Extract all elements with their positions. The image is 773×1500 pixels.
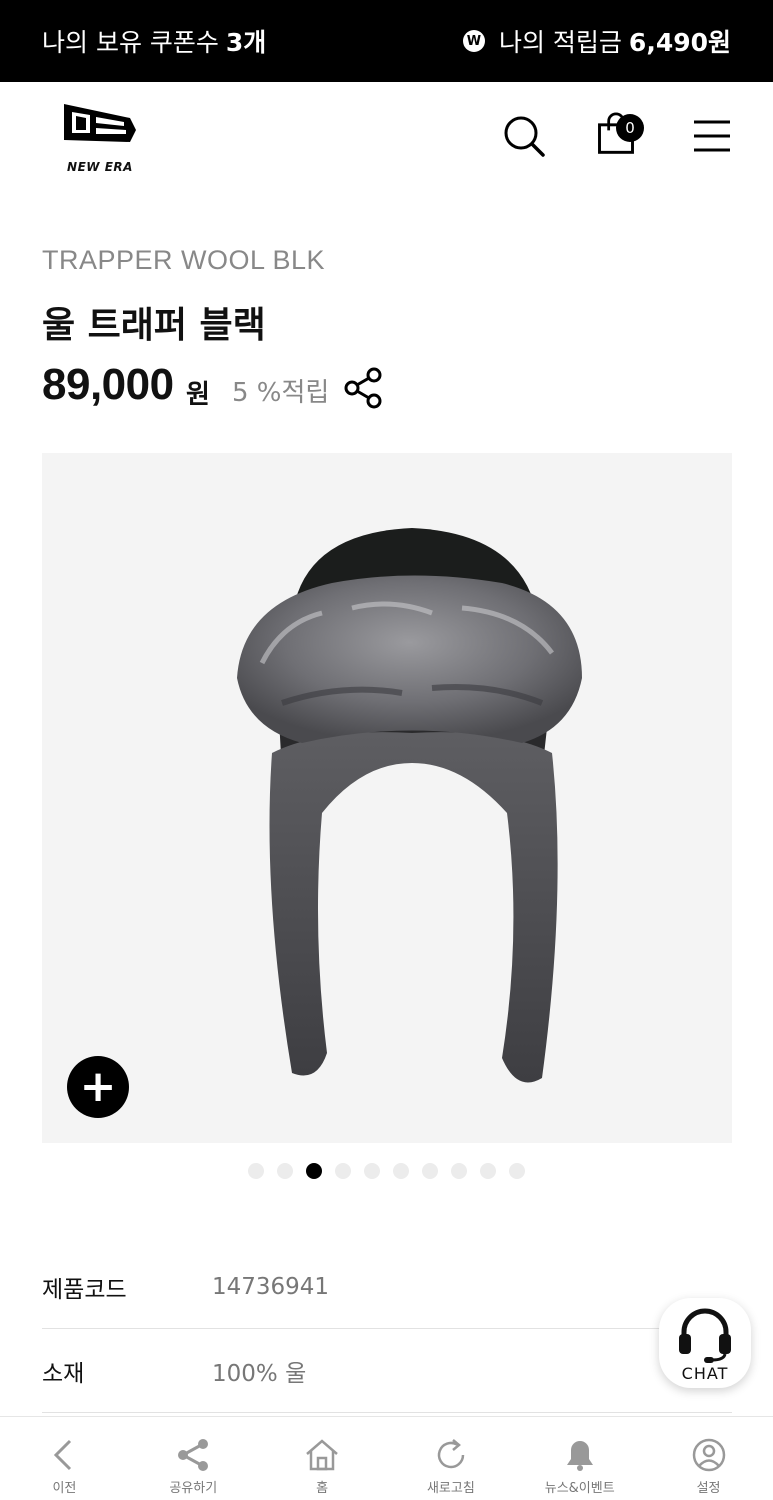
nav-refresh[interactable]: 새로고침 — [386, 1417, 515, 1500]
share-icon — [178, 1439, 209, 1471]
headset-icon — [679, 1308, 731, 1363]
price-currency: 원 — [186, 380, 210, 410]
nav-news-events[interactable]: 뉴스&이벤트 — [515, 1417, 644, 1500]
spec-value: 100% 울 — [212, 1360, 307, 1387]
nav-label: 이전 — [52, 1481, 77, 1496]
cart-count-badge: 0 — [616, 114, 644, 142]
pagination-dot[interactable] — [509, 1163, 525, 1179]
share-icon[interactable] — [342, 366, 386, 410]
nav-label: 홈 — [316, 1481, 329, 1496]
new-era-logo[interactable]: NEW ERA — [60, 100, 140, 174]
coupon-count: 3개 — [225, 28, 267, 57]
nav-home[interactable]: 홈 — [258, 1417, 387, 1500]
pagination-dot[interactable] — [277, 1163, 293, 1179]
bell-icon — [566, 1441, 593, 1471]
pagination-dot[interactable] — [335, 1163, 351, 1179]
spec-row-product-code: 제품코드 14736941 — [42, 1245, 732, 1329]
product-page: 나의 보유 쿠폰수 3개 W 나의 적립금 6,490원 NEW ERA 0 T… — [0, 0, 773, 1500]
pagination-dot-active[interactable] — [306, 1163, 322, 1179]
header: NEW ERA 0 — [0, 82, 773, 197]
pagination-dot[interactable] — [480, 1163, 496, 1179]
bottom-navigation: 이전 공유하기 홈 새로고침 뉴스&이벤트 설정 — [0, 1416, 773, 1500]
spec-label: 소재 — [42, 1360, 85, 1387]
points-label: 나의 적립금 — [498, 28, 622, 57]
points-value: 6,490원 — [628, 28, 731, 57]
back-icon — [54, 1439, 72, 1471]
points-info[interactable]: W 나의 적립금 6,490원 — [462, 23, 731, 59]
pagination-dot[interactable] — [422, 1163, 438, 1179]
product-image-gallery[interactable]: + — [42, 453, 732, 1143]
logo-text: NEW ERA — [67, 160, 133, 174]
chat-label: CHAT — [681, 1364, 729, 1383]
spec-label: 제품코드 — [42, 1276, 127, 1303]
refresh-icon — [437, 1439, 465, 1469]
pagination-dot[interactable] — [451, 1163, 467, 1179]
spec-row-material: 소재 100% 울 — [42, 1329, 732, 1413]
nav-label: 설정 — [696, 1481, 721, 1496]
settings-icon — [692, 1438, 725, 1472]
pagination-dot[interactable] — [364, 1163, 380, 1179]
nav-label: 공유하기 — [169, 1481, 218, 1496]
nav-share[interactable]: 공유하기 — [129, 1417, 258, 1500]
nav-settings[interactable]: 설정 — [644, 1417, 773, 1500]
zoom-button[interactable]: + — [67, 1056, 129, 1118]
pagination-dot[interactable] — [393, 1163, 409, 1179]
points-rate: 5 %적립 — [232, 378, 330, 408]
spec-value: 14736941 — [212, 1273, 330, 1300]
product-price: 89,000 — [42, 360, 174, 409]
points-badge-icon: W — [462, 30, 485, 52]
top-info-bar: 나의 보유 쿠폰수 3개 W 나의 적립금 6,490원 — [0, 0, 773, 82]
gallery-pagination — [248, 1163, 525, 1179]
nav-label: 새로고침 — [426, 1481, 475, 1496]
search-icon[interactable] — [502, 114, 546, 158]
product-name-ko: 울 트래퍼 블랙 — [42, 305, 266, 346]
home-icon — [306, 1439, 338, 1471]
nav-back[interactable]: 이전 — [0, 1417, 129, 1500]
product-name-en: TRAPPER WOOL BLK — [42, 245, 326, 275]
product-image-trapper-hat — [237, 528, 582, 1083]
chat-button[interactable]: CHAT — [659, 1298, 751, 1388]
coupon-label: 나의 보유 쿠폰수 — [42, 28, 219, 57]
nav-label: 뉴스&이벤트 — [544, 1481, 615, 1496]
coupon-info[interactable]: 나의 보유 쿠폰수 3개 — [42, 23, 266, 59]
menu-icon[interactable] — [692, 118, 732, 154]
pagination-dot[interactable] — [248, 1163, 264, 1179]
new-era-flag-icon — [64, 104, 136, 142]
